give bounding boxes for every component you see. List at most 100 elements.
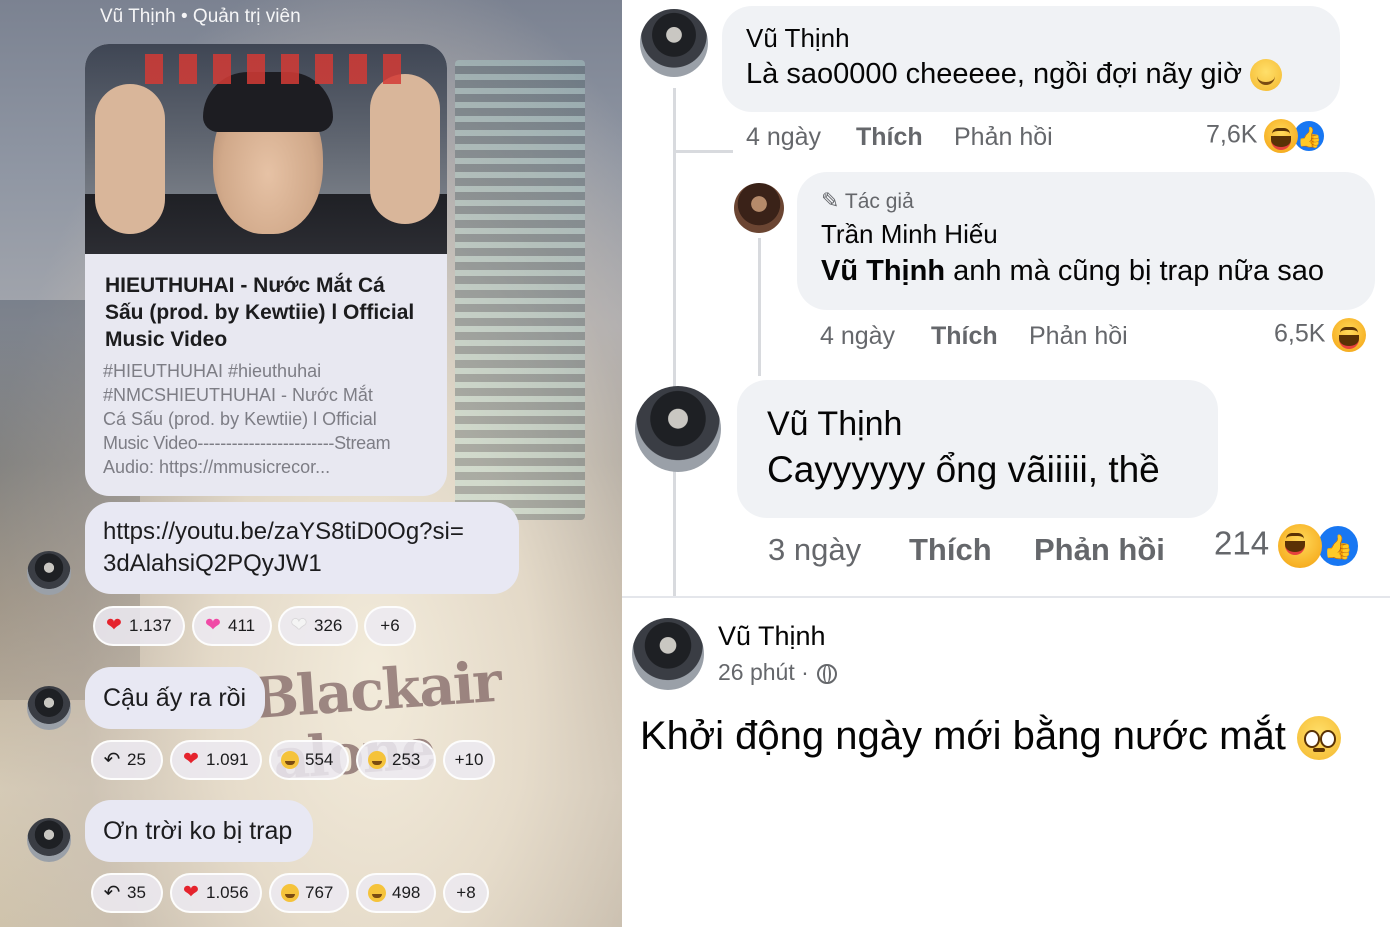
reaction-pill-more[interactable]: +10 bbox=[443, 740, 495, 780]
thumbnail-hand bbox=[370, 74, 440, 224]
reaction-count: 253 bbox=[392, 750, 421, 769]
like-reaction-icon: 👍 bbox=[1316, 524, 1361, 568]
description-line: Music Video------------------------Strea… bbox=[103, 433, 391, 453]
post-timestamp[interactable]: 26 phút · bbox=[718, 656, 838, 688]
pink-heart-icon: ❤ bbox=[205, 615, 221, 636]
reaction-count: 1.091 bbox=[206, 750, 249, 769]
reply-button[interactable]: Phản hồi bbox=[954, 123, 1053, 152]
background-building bbox=[455, 60, 585, 520]
youtube-link-preview-card[interactable]: HIEUTHUHAI - Nước Mắt Cá Sấu (prod. by K… bbox=[85, 44, 447, 496]
reaction-pill-more[interactable]: +6 bbox=[364, 606, 416, 646]
link-preview-title: HIEUTHUHAI - Nước Mắt Cá Sấu (prod. by K… bbox=[105, 274, 415, 351]
comment-text: Cayyyyyy ổng vãiiiii, thề bbox=[767, 449, 1160, 490]
reaction-count: 7,6K bbox=[1206, 120, 1258, 149]
message-bubble[interactable]: Ơn trời ko bị trap bbox=[85, 800, 313, 862]
post-author-name[interactable]: Vũ Thịnh bbox=[718, 619, 826, 653]
reply-button[interactable]: Phản hồi bbox=[1034, 532, 1165, 568]
thumbnail-paper-cutouts bbox=[145, 54, 405, 84]
sender-avatar[interactable] bbox=[27, 686, 71, 730]
reaction-pill-grin[interactable]: 498 bbox=[356, 873, 436, 913]
reaction-count: 411 bbox=[228, 616, 256, 635]
comment-bubble[interactable]: Vũ Thịnh Cayyyyyy ổng vãiiiii, thề bbox=[737, 380, 1218, 518]
laugh-emoji-icon bbox=[281, 884, 299, 902]
replies-pill[interactable]: ↶ 25 bbox=[91, 740, 163, 780]
reply-arrow-icon: ↶ bbox=[103, 749, 121, 771]
reaction-count: 1.137 bbox=[129, 616, 172, 635]
red-heart-icon: ❤ bbox=[183, 749, 199, 770]
reaction-pill-red-heart[interactable]: ❤ 1.137 bbox=[93, 606, 185, 646]
comment-time: 3 ngày bbox=[768, 532, 862, 567]
reaction-summary[interactable]: 214 👍 bbox=[1214, 524, 1361, 568]
thumbnail-hand bbox=[95, 84, 165, 234]
sender-avatar[interactable] bbox=[27, 818, 71, 862]
url-text-line[interactable]: 3dAlahsiQ2PQyJW1 bbox=[103, 548, 501, 580]
reply-count: 25 bbox=[127, 750, 146, 769]
reaction-summary[interactable]: 6,5K bbox=[1274, 318, 1367, 352]
reply-count: 35 bbox=[127, 883, 146, 902]
reaction-pill-grin[interactable]: 253 bbox=[356, 740, 436, 780]
mention-link[interactable]: Vũ Thịnh bbox=[821, 255, 945, 287]
message-text: Ơn trời ko bị trap bbox=[103, 817, 293, 845]
white-heart-icon: ❤ bbox=[291, 615, 307, 636]
reaction-pill-red-heart[interactable]: ❤ 1.091 bbox=[170, 740, 262, 780]
url-text-line[interactable]: https://youtu.be/zaYS8tiD0Og?si= bbox=[103, 516, 501, 548]
message-bubble[interactable]: Cậu ấy ra rồi bbox=[85, 667, 265, 729]
reply-bubble[interactable]: ✎ Tác giả Trần Minh Hiếu Vũ Thịnh anh mà… bbox=[797, 172, 1375, 310]
thread-line bbox=[673, 88, 676, 596]
reply-button[interactable]: Phản hồi bbox=[1029, 322, 1128, 351]
facebook-comments-panel: Vũ Thịnh Là sao0000 cheeeee, ngồi đợi nã… bbox=[622, 0, 1390, 927]
author-avatar[interactable] bbox=[734, 183, 784, 233]
grin-emoji-icon bbox=[368, 751, 386, 769]
description-line: #NMCSHIEUTHUHAI - Nước Mắt bbox=[103, 385, 373, 405]
reaction-pill-pink-heart[interactable]: ❤ 411 bbox=[192, 606, 272, 646]
comment-author[interactable]: Vũ Thịnh bbox=[746, 22, 1316, 54]
reaction-pill-laugh[interactable]: 767 bbox=[269, 873, 349, 913]
globe-icon bbox=[817, 663, 838, 684]
thread-line bbox=[758, 238, 761, 376]
messenger-chat-panel: Blackair alone Vũ Thịnh • Quản trị viên … bbox=[0, 0, 622, 927]
reaction-pill-laugh[interactable]: 554 bbox=[269, 740, 349, 780]
reply-text: Vũ Thịnh anh mà cũng bị trap nữa sao bbox=[821, 255, 1324, 287]
description-line: Cá Sấu (prod. by Kewtiie) l Official bbox=[103, 409, 377, 429]
red-heart-icon: ❤ bbox=[183, 882, 199, 903]
section-divider bbox=[622, 596, 1390, 598]
reaction-summary[interactable]: 7,6K 👍 bbox=[1206, 119, 1327, 153]
like-button[interactable]: Thích bbox=[909, 532, 992, 568]
description-line: Audio: https://mmusicrecor... bbox=[103, 457, 331, 477]
reply-time: 4 ngày bbox=[820, 322, 896, 350]
commenter-avatar[interactable] bbox=[635, 386, 721, 472]
comment-time: 4 ngày bbox=[746, 123, 822, 151]
like-button[interactable]: Thích bbox=[931, 322, 998, 351]
message-text: Cậu ấy ra rồi bbox=[103, 684, 247, 712]
description-line: #HIEUTHUHAI #hieuthuhai bbox=[103, 361, 322, 381]
haha-reaction-icon bbox=[1264, 119, 1299, 153]
reaction-count: 498 bbox=[392, 883, 421, 902]
commenter-avatar[interactable] bbox=[640, 9, 708, 77]
comment-text: Là sao0000 cheeeee, ngồi đợi nãy giờ bbox=[746, 54, 1316, 94]
thread-line bbox=[673, 150, 733, 153]
laugh-emoji-icon bbox=[281, 751, 299, 769]
reaction-count: 554 bbox=[305, 750, 334, 769]
reaction-count: 1.056 bbox=[206, 883, 249, 902]
reaction-pill-red-heart[interactable]: ❤ 1.056 bbox=[170, 873, 262, 913]
reply-arrow-icon: ↶ bbox=[103, 882, 121, 904]
sender-avatar[interactable] bbox=[27, 551, 71, 595]
video-thumbnail[interactable] bbox=[85, 44, 447, 254]
post-author-avatar[interactable] bbox=[632, 618, 704, 690]
comment-author[interactable]: Vũ Thịnh bbox=[767, 402, 1188, 446]
reaction-count: 326 bbox=[314, 616, 343, 635]
post-text: Khởi động ngày mới bằng nước mắt bbox=[640, 708, 1341, 764]
reaction-more-count: +8 bbox=[456, 883, 476, 902]
reply-author[interactable]: Trần Minh Hiếu bbox=[821, 217, 1351, 251]
teary-eyes-emoji-icon bbox=[1296, 716, 1341, 761]
grin-emoji-icon bbox=[368, 884, 386, 902]
reaction-pill-white-heart[interactable]: ❤ 326 bbox=[278, 606, 358, 646]
smile-emoji-icon bbox=[1250, 59, 1283, 92]
replies-pill[interactable]: ↶ 35 bbox=[91, 873, 163, 913]
reaction-pill-more[interactable]: +8 bbox=[443, 873, 489, 913]
comment-bubble[interactable]: Vũ Thịnh Là sao0000 cheeeee, ngồi đợi nã… bbox=[722, 6, 1340, 112]
url-message-bubble[interactable]: https://youtu.be/zaYS8tiD0Og?si= 3dAlahs… bbox=[85, 502, 519, 594]
reaction-count: 767 bbox=[305, 883, 334, 902]
like-button[interactable]: Thích bbox=[856, 123, 923, 152]
reaction-more-count: +10 bbox=[454, 750, 484, 769]
